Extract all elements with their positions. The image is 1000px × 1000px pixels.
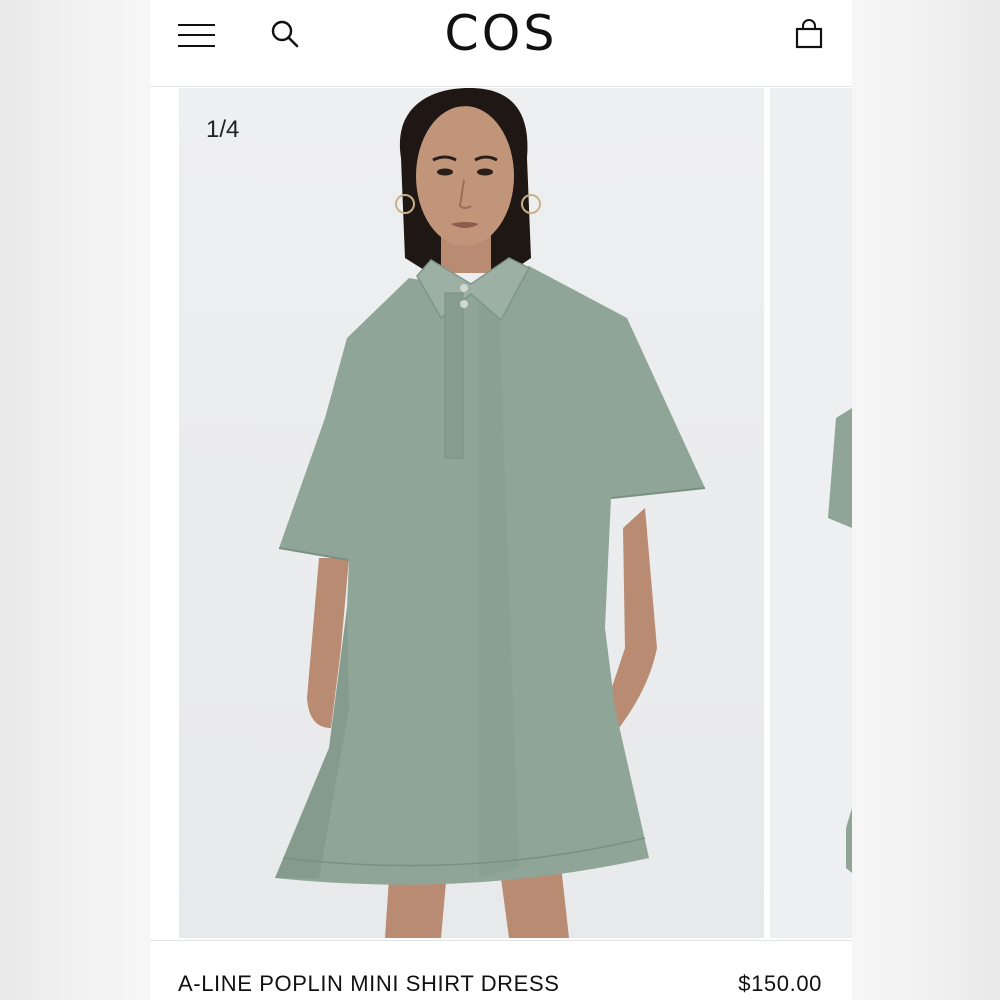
site-header: COS [150, 0, 852, 87]
model-in-dress-illustration [275, 88, 706, 938]
product-name[interactable]: A-LINE POPLIN MINI SHIRT DRESS [178, 971, 560, 997]
product-price: $150.00 [738, 971, 822, 996]
product-info-bar: A-LINE POPLIN MINI SHIRT DRESS $150.00 [150, 940, 852, 1000]
brand-logo[interactable]: COS [150, 4, 852, 64]
product-image[interactable]: 1/4 [179, 88, 764, 938]
right-backdrop [852, 0, 1000, 1000]
next-product-image[interactable] [770, 88, 852, 938]
shopping-bag-icon[interactable] [794, 18, 824, 50]
left-backdrop [0, 0, 150, 1000]
image-counter: 1/4 [206, 116, 240, 143]
next-image-preview [828, 408, 852, 873]
product-image-carousel[interactable]: 1/4 [150, 88, 852, 938]
mobile-page: COS 1/4 A-LINE POPLIN MINI SHIRT DRESS $… [150, 0, 852, 1000]
